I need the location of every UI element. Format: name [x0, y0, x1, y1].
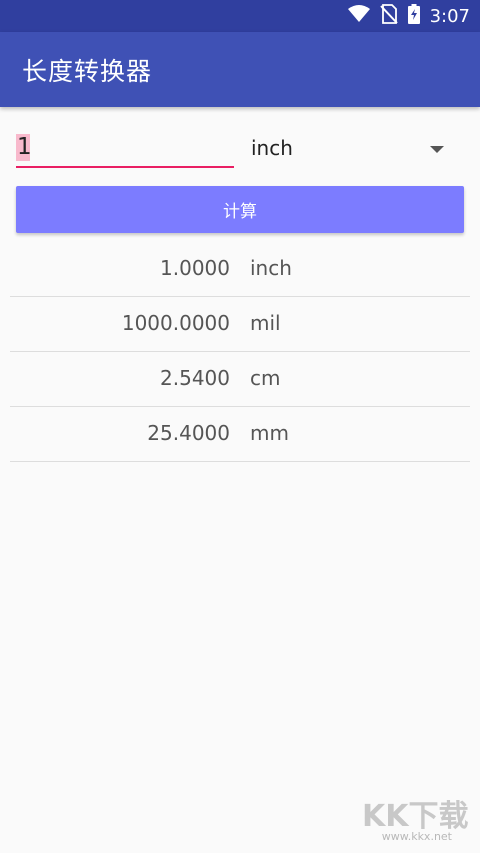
- status-time: 3:07: [429, 5, 470, 27]
- result-row: 25.4000 mm: [10, 407, 470, 462]
- length-value-text: 1: [17, 134, 32, 160]
- wifi-icon: [347, 5, 370, 27]
- calculate-button[interactable]: 计算: [16, 186, 464, 233]
- result-value: 25.4000: [147, 421, 230, 445]
- length-value-input[interactable]: 1: [16, 128, 234, 168]
- unit-select[interactable]: inch: [251, 128, 464, 168]
- input-row: 1 inch: [16, 128, 464, 170]
- result-value: 1.0000: [160, 256, 230, 280]
- results-list: 1.0000 inch 1000.0000 mil 2.5400 cm 25.4…: [10, 242, 470, 462]
- battery-charging-icon: [407, 4, 420, 28]
- result-row: 1.0000 inch: [10, 242, 470, 297]
- app-bar: 长度转换器: [0, 32, 480, 107]
- watermark-logo: KK下载 www.kkx.net: [362, 791, 469, 843]
- app-title: 长度转换器: [22, 57, 153, 86]
- calculate-button-label: 计算: [223, 202, 257, 222]
- unit-select-label: inch: [251, 136, 293, 160]
- result-unit: inch: [250, 256, 292, 280]
- watermark-url: www.kkx.net: [381, 830, 452, 843]
- status-icons: 3:07: [347, 0, 470, 32]
- result-value: 2.5400: [160, 366, 230, 390]
- result-unit: mm: [250, 421, 289, 445]
- status-bar: 3:07: [0, 0, 480, 32]
- result-unit: mil: [250, 311, 281, 335]
- result-row: 2.5400 cm: [10, 352, 470, 407]
- no-sim-icon: [379, 4, 398, 28]
- result-value: 1000.0000: [121, 311, 230, 335]
- dropdown-arrow-icon: [430, 146, 444, 153]
- result-row: 1000.0000 mil: [10, 297, 470, 352]
- watermark-text: KK下载: [362, 799, 469, 834]
- result-unit: cm: [250, 366, 281, 390]
